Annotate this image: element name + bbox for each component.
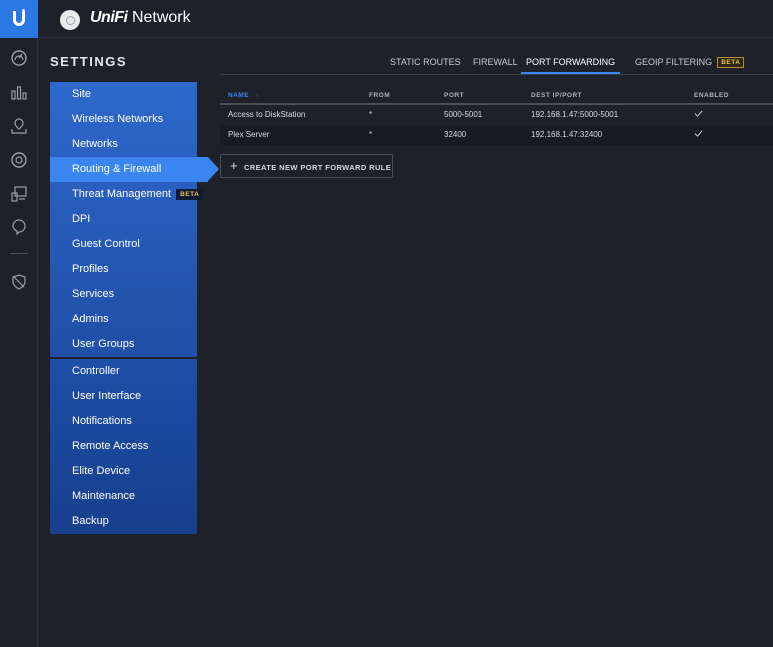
menu-item-label: Backup bbox=[72, 515, 109, 527]
shield-icon[interactable] bbox=[9, 272, 29, 292]
column-header-name[interactable]: NAME ↑ bbox=[228, 92, 259, 99]
menu-item-label: User Interface bbox=[72, 390, 142, 402]
map-icon[interactable] bbox=[9, 116, 29, 136]
menu-item-services[interactable]: Services bbox=[50, 282, 197, 307]
menu-item-profiles[interactable]: Profiles bbox=[50, 257, 197, 282]
sort-ascending-icon: ↑ bbox=[255, 92, 260, 99]
tab-firewall[interactable]: FIREWALL bbox=[473, 55, 518, 74]
menu-item-label: Site bbox=[72, 88, 91, 100]
cell-dest: 192.168.1.47:5000-5001 bbox=[531, 110, 619, 119]
cell-dest: 192.168.1.47:32400 bbox=[531, 130, 603, 139]
enabled-check-icon bbox=[694, 130, 703, 137]
table-row[interactable]: Plex Server * 32400 192.168.1.47:32400 bbox=[220, 125, 773, 145]
tab-static-routes[interactable]: STATIC ROUTES bbox=[390, 55, 461, 74]
cell-from: * bbox=[369, 110, 373, 119]
menu-item-label: User Groups bbox=[72, 338, 135, 350]
tab-label: GEOIP FILTERING bbox=[635, 57, 713, 67]
menu-item-label: Routing & Firewall bbox=[72, 163, 162, 175]
menu-item-threat-management[interactable]: Threat Management BETA bbox=[50, 182, 204, 207]
left-navigation-rail bbox=[0, 0, 38, 647]
create-port-forward-rule-button[interactable]: + CREATE NEW PORT FORWARD RULE bbox=[220, 154, 393, 178]
menu-item-wireless-networks[interactable]: Wireless Networks bbox=[50, 107, 197, 132]
column-header-enabled[interactable]: ENABLED bbox=[694, 92, 729, 99]
menu-item-networks[interactable]: Networks bbox=[50, 132, 197, 157]
table-header: NAME ↑ FROM PORT DEST IP/PORT ENABLED bbox=[220, 87, 773, 105]
cell-from: * bbox=[369, 130, 373, 139]
menu-item-user-groups[interactable]: User Groups bbox=[50, 332, 197, 357]
dashboard-icon[interactable] bbox=[9, 48, 29, 68]
active-indicator-arrow bbox=[208, 157, 219, 181]
menu-item-routing-firewall[interactable]: Routing & Firewall bbox=[50, 157, 219, 182]
column-header-dest[interactable]: DEST IP/PORT bbox=[531, 92, 582, 99]
tab-port-forwarding[interactable]: PORT FORWARDING bbox=[521, 55, 621, 74]
statistics-icon[interactable] bbox=[9, 82, 29, 102]
cell-port: 5000-5001 bbox=[444, 110, 483, 119]
menu-item-label: Admins bbox=[72, 313, 109, 325]
unifi-device-icon bbox=[60, 10, 80, 30]
menu-item-notifications[interactable]: Notifications bbox=[50, 409, 197, 434]
menu-item-label: Remote Access bbox=[72, 440, 149, 452]
menu-item-user-interface[interactable]: User Interface bbox=[50, 384, 197, 409]
menu-item-backup[interactable]: Backup bbox=[50, 509, 197, 534]
menu-item-site[interactable]: Site bbox=[50, 82, 197, 107]
create-rule-label: CREATE NEW PORT FORWARD RULE bbox=[244, 163, 392, 172]
menu-item-elite-device[interactable]: Elite Device bbox=[50, 459, 197, 484]
menu-item-dpi[interactable]: DPI bbox=[50, 207, 197, 232]
menu-item-label: Threat Management bbox=[72, 188, 172, 200]
settings-page: SETTINGS Site Wireless Networks Networks… bbox=[39, 39, 773, 647]
cell-name: Plex Server bbox=[228, 130, 270, 139]
insights-icon[interactable] bbox=[9, 217, 29, 237]
ubiquiti-logo[interactable] bbox=[0, 0, 38, 38]
rail-divider bbox=[10, 253, 28, 254]
menu-item-maintenance[interactable]: Maintenance bbox=[50, 484, 197, 509]
brand-unifi: UniFi bbox=[90, 9, 128, 26]
menu-item-label: Controller bbox=[72, 365, 120, 377]
column-header-port[interactable]: PORT bbox=[444, 92, 464, 99]
settings-menu-site: Site Wireless Networks Networks Routing … bbox=[50, 82, 219, 357]
menu-item-label: Guest Control bbox=[72, 238, 140, 250]
menu-item-controller[interactable]: Controller bbox=[50, 359, 197, 384]
beta-badge: BETA bbox=[176, 188, 204, 200]
brand-network: Network bbox=[131, 9, 191, 26]
menu-item-label: Networks bbox=[72, 138, 118, 150]
tabs-divider bbox=[220, 74, 773, 75]
ubiquiti-u-icon bbox=[13, 9, 25, 26]
cell-port: 32400 bbox=[444, 130, 467, 139]
table-row[interactable]: Access to DiskStation * 5000-5001 192.16… bbox=[220, 105, 773, 125]
menu-item-label: Profiles bbox=[72, 263, 109, 275]
top-bar: UniFi Network bbox=[38, 0, 773, 38]
header-label: NAME bbox=[228, 92, 250, 99]
settings-menu-controller: Controller User Interface Notifications … bbox=[50, 359, 197, 534]
beta-badge: BETA bbox=[717, 57, 745, 69]
menu-item-label: Elite Device bbox=[72, 465, 131, 477]
menu-item-label: Wireless Networks bbox=[72, 113, 164, 125]
menu-item-label: Maintenance bbox=[72, 490, 135, 502]
port-forward-table: NAME ↑ FROM PORT DEST IP/PORT ENABLED Ac… bbox=[220, 87, 773, 145]
menu-item-guest-control[interactable]: Guest Control bbox=[50, 232, 197, 257]
app-brand: UniFi Network bbox=[90, 9, 191, 27]
menu-item-label: DPI bbox=[72, 213, 91, 225]
tab-geoip-filtering[interactable]: GEOIP FILTERING BETA bbox=[635, 55, 745, 74]
menu-item-admins[interactable]: Admins bbox=[50, 307, 197, 332]
page-title: SETTINGS bbox=[50, 54, 128, 69]
menu-item-label: Services bbox=[72, 288, 115, 300]
menu-item-remote-access[interactable]: Remote Access bbox=[50, 434, 197, 459]
clients-icon[interactable] bbox=[9, 184, 29, 204]
enabled-check-icon bbox=[694, 110, 703, 117]
devices-icon[interactable] bbox=[9, 150, 29, 170]
menu-item-label: Notifications bbox=[72, 415, 132, 427]
cell-name: Access to DiskStation bbox=[228, 110, 306, 119]
column-header-from[interactable]: FROM bbox=[369, 92, 390, 99]
plus-icon: + bbox=[230, 158, 238, 173]
